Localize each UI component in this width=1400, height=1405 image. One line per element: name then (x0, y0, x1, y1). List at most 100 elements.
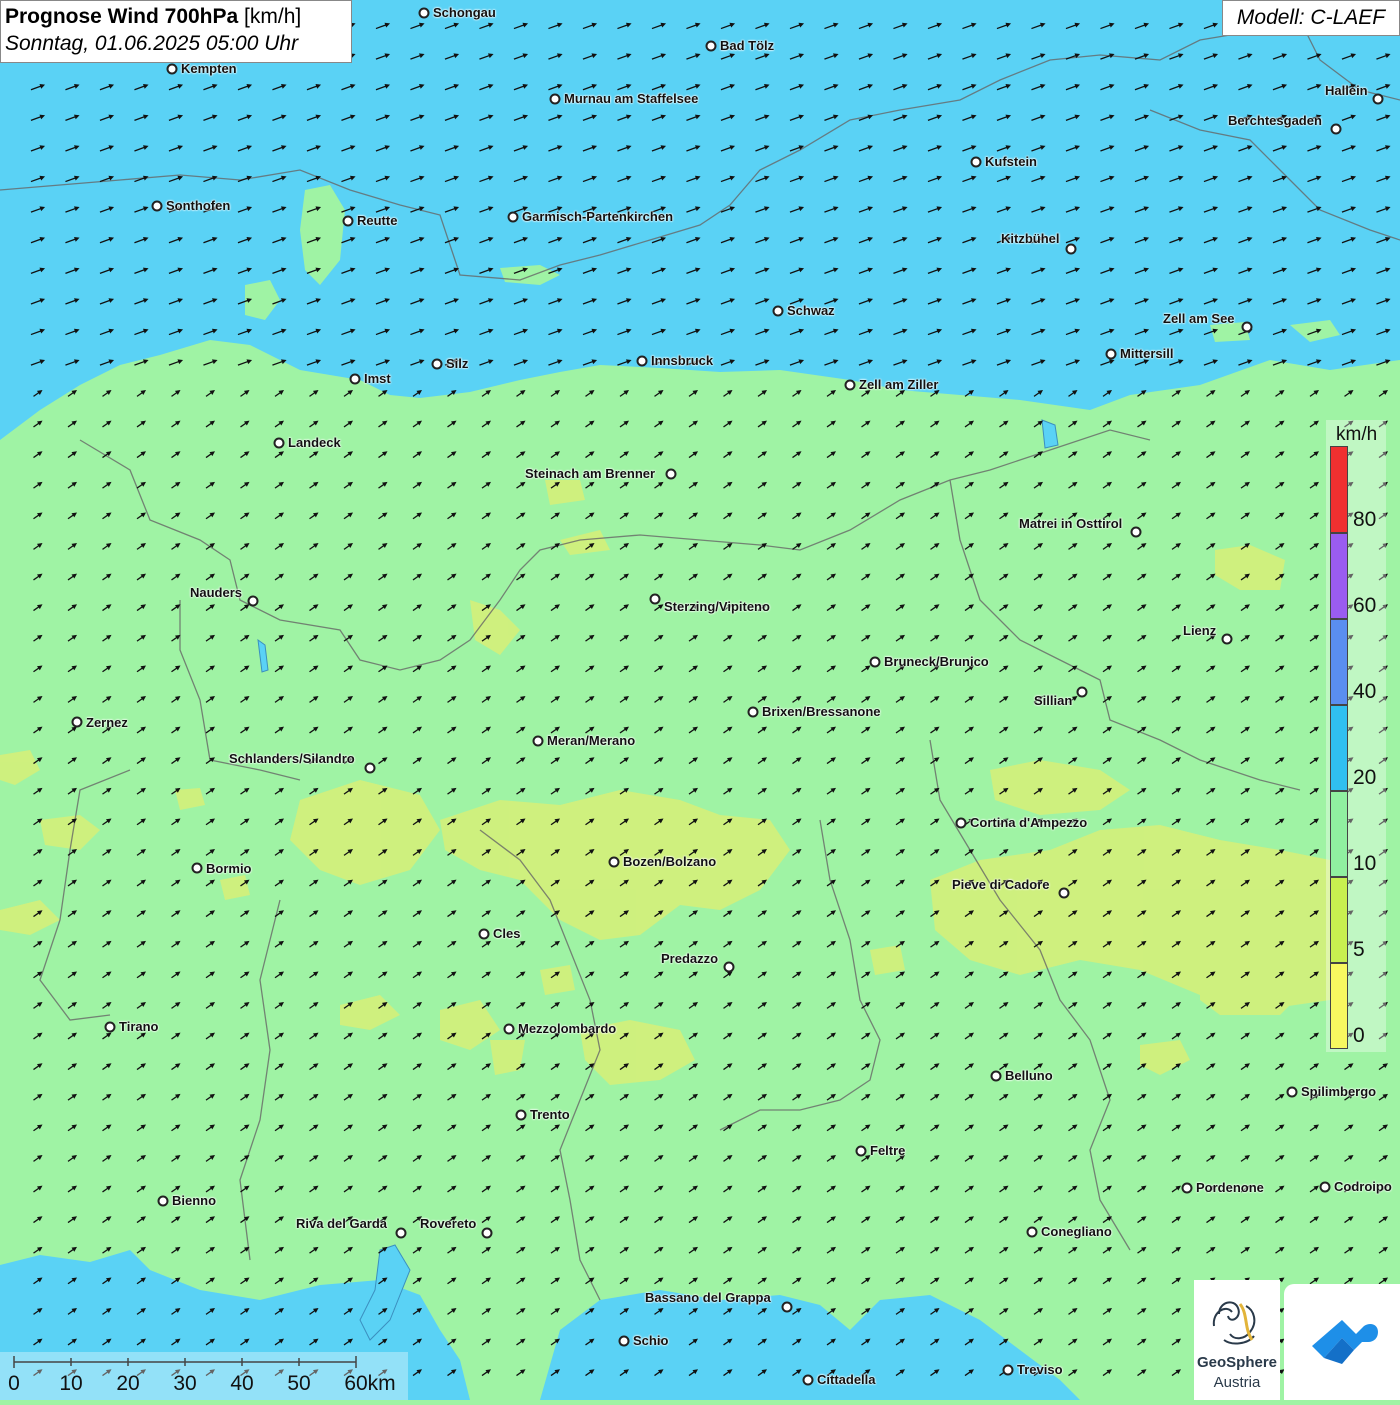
city-label: Predazzo (661, 952, 718, 966)
city-label: Bad Tölz (720, 39, 774, 53)
logo-text-austria: Austria (1194, 1374, 1280, 1391)
legend-tick-10: 10 (1353, 852, 1376, 876)
city-label: Zell am See (1163, 312, 1235, 326)
logo-text-geosphere: GeoSphere (1194, 1354, 1280, 1371)
city-dot (856, 1146, 867, 1157)
city-label: Sterzing/Vipiteno (664, 600, 770, 614)
city-label: Feltre (870, 1144, 905, 1158)
map-title-unit: [km/h] (244, 5, 301, 28)
city-dot (1106, 349, 1117, 360)
city-label: Reutte (357, 214, 397, 228)
city-dot (748, 707, 759, 718)
city-label: Hallein (1325, 84, 1368, 98)
city-dot (870, 657, 881, 668)
city-label: Meran/Merano (547, 734, 635, 748)
forecast-datetime: Sonntag, 01.06.2025 05:00 Uhr (5, 29, 351, 59)
legend-tick-0: 0 (1353, 1024, 1365, 1048)
city-label: Spilimbergo (1301, 1085, 1376, 1099)
city-dot (956, 818, 967, 829)
weather-app-badge[interactable] (1284, 1284, 1400, 1400)
city-dot (365, 763, 376, 774)
map-title-main: Prognose Wind 700hPa (5, 5, 238, 28)
city-dot (1222, 634, 1233, 645)
city-label: Schlanders/Silandro (229, 752, 355, 766)
city-dot (1331, 124, 1342, 135)
city-dot (516, 1110, 527, 1121)
city-dot (845, 380, 856, 391)
scale-label-0: 0 (8, 1372, 20, 1396)
city-label: Bassano del Grappa (645, 1291, 771, 1305)
city-dot (396, 1228, 407, 1239)
legend-tick-40: 40 (1353, 680, 1376, 704)
scale-bar-line (0, 1352, 408, 1372)
city-dot (508, 212, 519, 223)
legend-swatch-20 (1330, 705, 1348, 791)
city-label: Codroipo (1334, 1180, 1392, 1194)
city-dot (803, 1375, 814, 1386)
legend-swatch-5 (1330, 877, 1348, 963)
city-label: Tirano (119, 1020, 159, 1034)
city-label: Schwaz (787, 304, 835, 318)
model-label: Modell: C-LAEF (1222, 0, 1400, 36)
city-label: Kitzbühel (1001, 232, 1060, 246)
city-dot (619, 1336, 630, 1347)
city-label: Bozen/Bolzano (623, 855, 716, 869)
city-dot (1182, 1183, 1193, 1194)
scale-label-10: 10 (59, 1372, 82, 1396)
city-dot (1320, 1182, 1331, 1193)
legend-swatch-10 (1330, 791, 1348, 877)
geosphere-logo[interactable]: GeoSphere Austria (1194, 1280, 1280, 1400)
city-label: Lienz (1183, 624, 1216, 638)
scale-label-60km: 60km (344, 1372, 395, 1396)
scale-label-30: 30 (173, 1372, 196, 1396)
city-label: Schio (633, 1334, 668, 1348)
city-dot (1003, 1365, 1014, 1376)
city-dot (971, 157, 982, 168)
scale-bar: 0 10 20 30 40 50 60km (0, 1352, 408, 1400)
city-dot (158, 1196, 169, 1207)
city-dot (533, 736, 544, 747)
geosphere-logo-icon (1194, 1284, 1280, 1356)
city-label: Garmisch-Partenkirchen (522, 210, 673, 224)
legend-tick-60: 60 (1353, 594, 1376, 618)
city-dot (504, 1024, 515, 1035)
city-dot (1077, 687, 1088, 698)
city-dot (609, 857, 620, 868)
city-dot (782, 1302, 793, 1313)
city-label: Pordenone (1196, 1181, 1264, 1195)
city-label: Kempten (181, 62, 237, 76)
city-dot (1131, 527, 1142, 538)
city-label: Pieve di Cadore (952, 878, 1050, 892)
scale-label-20: 20 (116, 1372, 139, 1396)
map-title: Prognose Wind 700hPa [km/h] (5, 5, 351, 29)
city-dot (419, 8, 430, 19)
city-dot (1059, 888, 1070, 899)
city-label: Conegliano (1041, 1225, 1112, 1239)
city-label: Zell am Ziller (859, 378, 938, 392)
city-dot (1066, 244, 1077, 255)
city-dot (706, 41, 717, 52)
scale-label-40: 40 (230, 1372, 253, 1396)
city-dot (248, 596, 259, 607)
city-label: Trento (530, 1108, 570, 1122)
city-dot (1027, 1227, 1038, 1238)
city-dot (637, 356, 648, 367)
city-dot (1373, 94, 1384, 105)
city-label: Riva del Garda (296, 1217, 387, 1231)
city-dot (72, 717, 83, 728)
legend-unit: km/h (1336, 424, 1377, 446)
legend-tick-20: 20 (1353, 766, 1376, 790)
city-dot (724, 962, 735, 973)
city-dot (482, 1228, 493, 1239)
city-label: Mittersill (1120, 347, 1173, 361)
legend-tick-80: 80 (1353, 508, 1376, 532)
city-label: Silz (446, 357, 468, 371)
city-label: Cittadella (817, 1373, 876, 1387)
city-dot (666, 469, 677, 480)
city-dot (432, 359, 443, 370)
legend-tick-5: 5 (1353, 938, 1365, 962)
city-label: Treviso (1017, 1363, 1063, 1377)
city-label: Murnau am Staffelsee (564, 92, 698, 106)
city-label: Mezzolombardo (518, 1022, 616, 1036)
legend-swatch-80plus (1330, 446, 1348, 533)
